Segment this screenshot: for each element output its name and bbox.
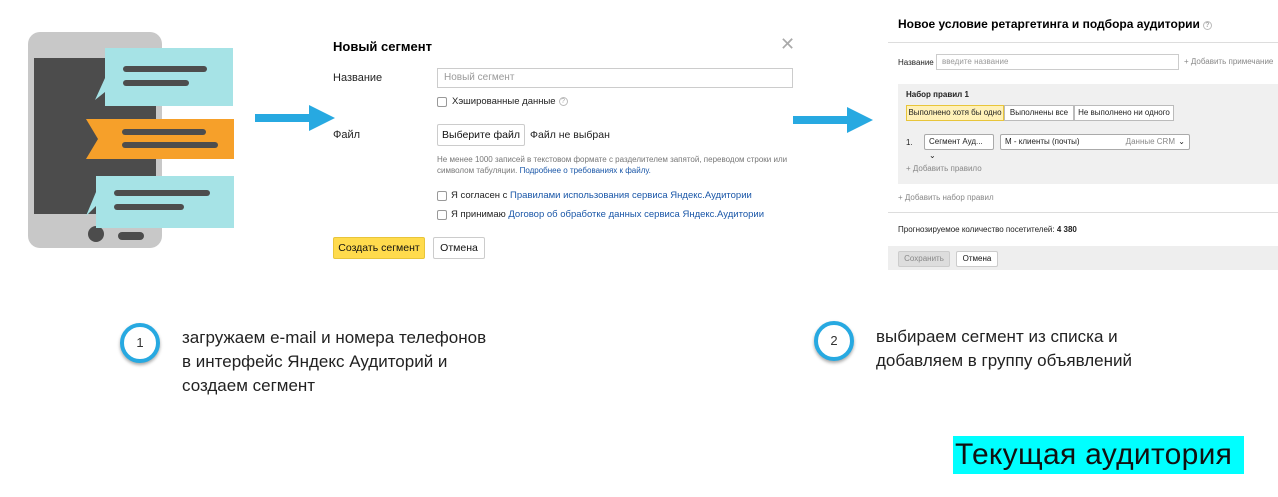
add-rule-link[interactable]: + Добавить правило (906, 164, 982, 173)
dialog-title: Новое условие ретаргетинга и подбора ауд… (898, 17, 1212, 31)
chevron-down-icon: ⌄ (929, 151, 936, 160)
dialog-footer: Сохранить Отмена (888, 246, 1278, 270)
phone-home-button (88, 226, 104, 242)
forecast-value: 4 380 (1056, 225, 1077, 234)
rules-link[interactable]: Правилами использования сервиса Яндекс.А… (510, 190, 752, 201)
step-2-text: выбираем сегмент из списка и добавляем в… (876, 325, 1132, 373)
step-1-text: загружаем e-mail и номера телефонов в ин… (182, 326, 486, 398)
requirements-link[interactable]: Подробнее о требованиях к файлу. (520, 166, 651, 175)
step-1-line: загружаем e-mail и номера телефонов (182, 328, 487, 347)
mode-any-button[interactable]: Выполнено хотя бы одно (906, 105, 1004, 121)
step-1-line: создаем сегмент (182, 376, 316, 395)
step-2-badge: 2 (814, 321, 854, 361)
hashed-data-label: Хэшированные данные? (452, 96, 568, 107)
help-icon[interactable]: ? (558, 97, 568, 106)
file-label: Файл (333, 129, 361, 141)
new-segment-dialog: Новый сегмент ✕ Название Новый сегмент Х… (320, 30, 805, 270)
cancel-button[interactable]: Отмена (433, 237, 485, 259)
phone-speaker (118, 232, 144, 240)
step-1-line: в интерфейс Яндекс Аудиторий и (182, 352, 448, 371)
step-2-line: добавляем в группу объявлений (876, 351, 1133, 370)
agree-rules-checkbox[interactable] (437, 191, 447, 201)
retargeting-dialog: Новое условие ретаргетинга и подбора ауд… (888, 10, 1278, 270)
chevron-down-icon: ⌄ (1178, 137, 1185, 146)
help-icon[interactable]: ? (1202, 21, 1212, 30)
ruleset-title: Набор правил 1 (906, 90, 969, 99)
add-note-link[interactable]: + Добавить примечание (1184, 57, 1273, 66)
close-icon[interactable]: ✕ (780, 34, 795, 55)
segment-name-input[interactable]: Новый сегмент (437, 68, 793, 88)
divider (888, 212, 1278, 213)
condition-name-input[interactable]: введите название (936, 54, 1179, 70)
message-bubble-top-icon (95, 48, 233, 106)
dialog-title: Новый сегмент (333, 39, 432, 54)
name-label: Название (333, 72, 383, 84)
agreement-link[interactable]: Договор об обработке данных сервиса Янде… (508, 209, 764, 220)
save-button[interactable]: Сохранить (898, 251, 950, 267)
agree-rules-label: Я согласен с Правилами использования сер… (451, 190, 752, 201)
rule-source: Данные CRM (1125, 137, 1175, 146)
message-bubble-middle-icon (86, 119, 234, 159)
create-segment-button[interactable]: Создать сегмент (333, 237, 425, 259)
rule-type-select[interactable]: Сегмент Ауд... ⌄ (924, 134, 994, 160)
arrow-right-icon (793, 107, 873, 133)
step-1-badge: 1 (120, 323, 160, 363)
message-bubble-bottom-icon (86, 176, 234, 228)
mode-none-button[interactable]: Не выполнено ни одного (1074, 105, 1174, 121)
forecast: Прогнозируемое количество посетителей: 4… (898, 225, 1077, 234)
mode-all-button[interactable]: Выполнены все (1004, 105, 1074, 121)
ruleset-panel: Набор правил 1 Выполнено хотя бы одно Вы… (898, 84, 1278, 184)
rule-segment-select[interactable]: М - клиенты (почты) Данные CRM ⌄ (1000, 134, 1190, 150)
hashed-data-checkbox[interactable] (437, 97, 447, 107)
add-ruleset-link[interactable]: + Добавить набор правил (898, 193, 994, 202)
divider (888, 42, 1278, 43)
file-status: Файл не выбран (530, 129, 610, 141)
accept-agreement-label: Я принимаю Договор об обработке данных с… (451, 209, 764, 220)
choose-file-button[interactable]: Выберите файл (437, 124, 525, 146)
cancel-button[interactable]: Отмена (956, 251, 998, 267)
name-label: Название (898, 58, 934, 67)
step-2-line: выбираем сегмент из списка и (876, 327, 1118, 346)
file-requirements-note: Не менее 1000 записей в текстовом формат… (437, 155, 788, 175)
accept-agreement-checkbox[interactable] (437, 210, 447, 220)
rule-number: 1. (906, 138, 913, 147)
current-audience-label: Текущая аудитория (953, 436, 1244, 474)
